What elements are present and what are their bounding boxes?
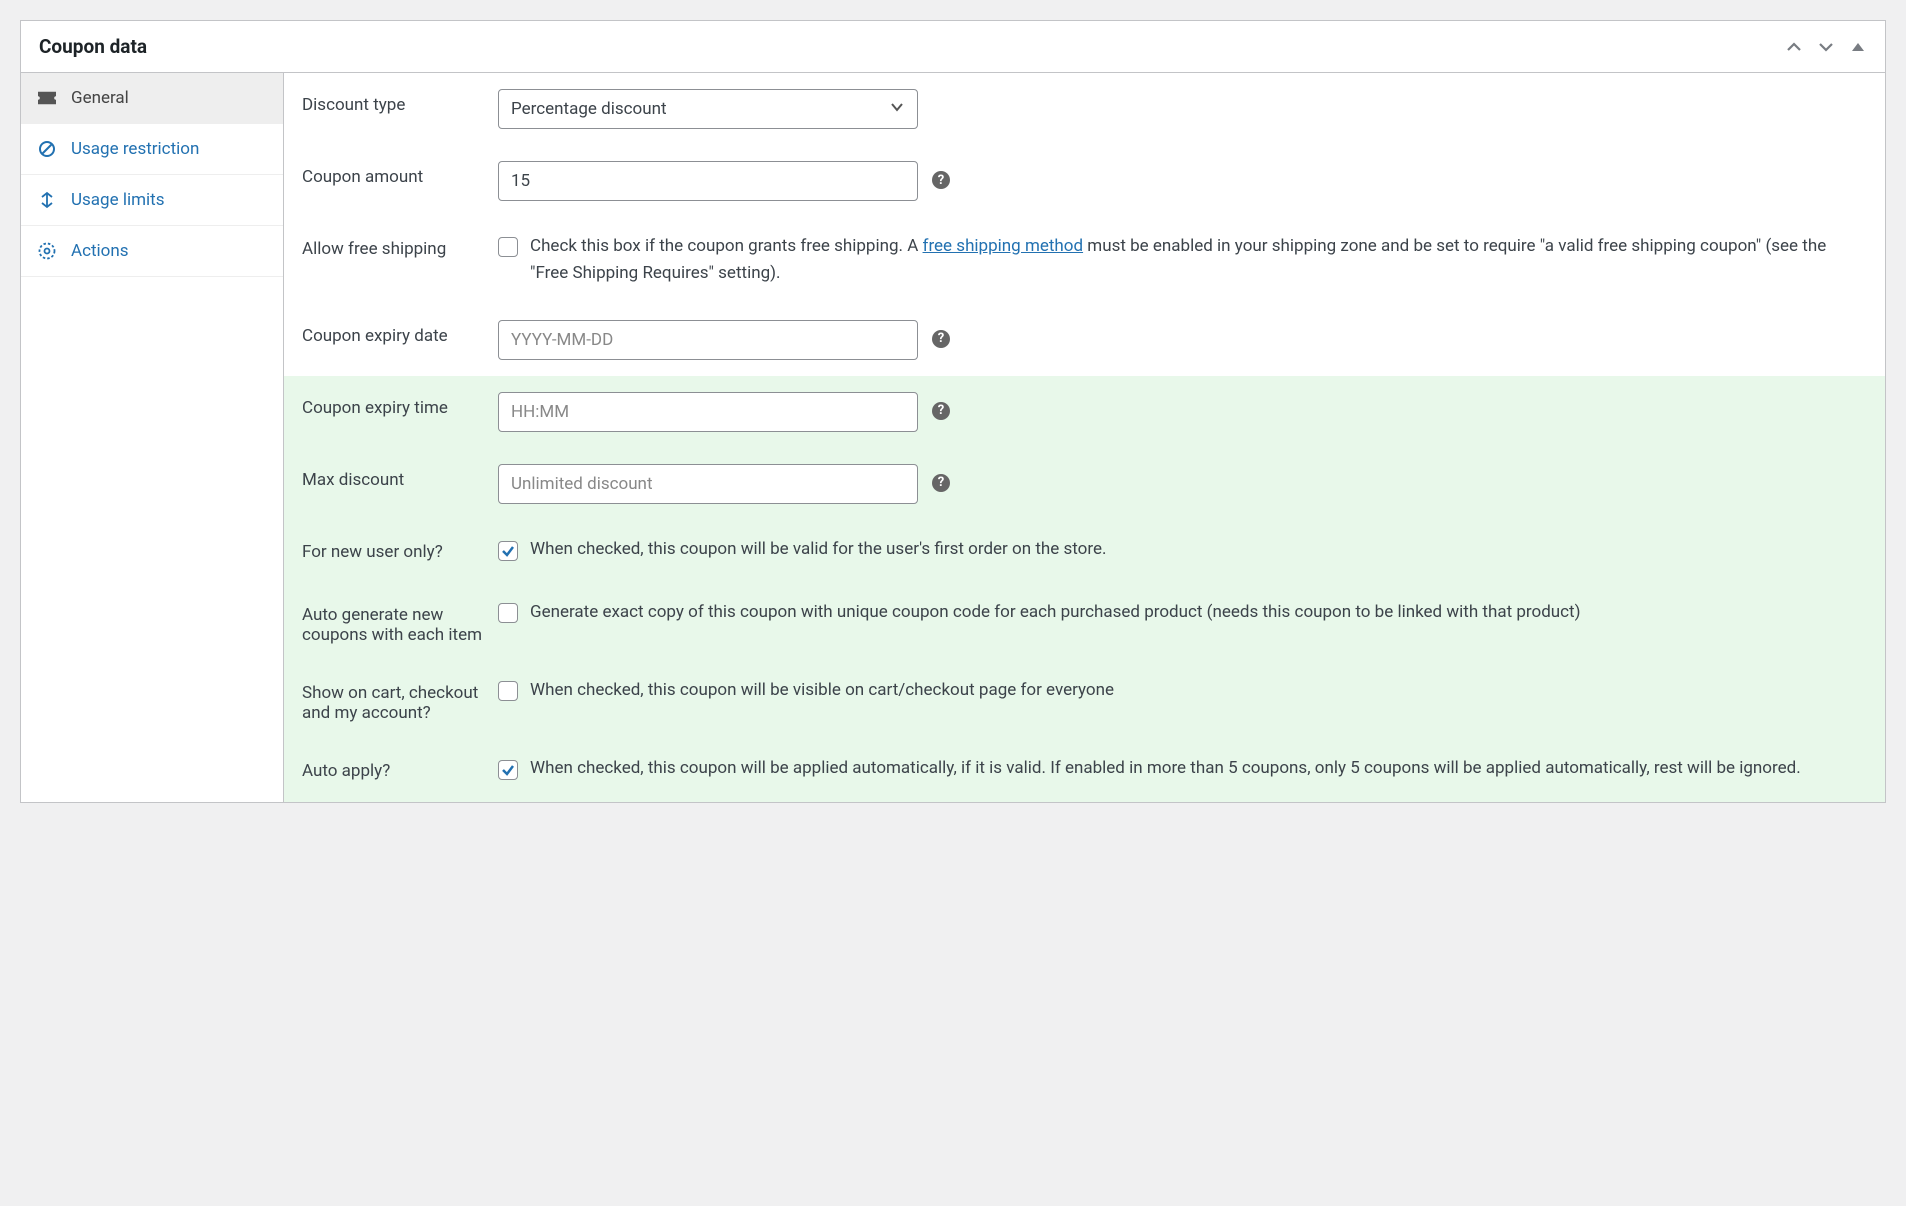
show-on-cart-checkbox[interactable] <box>498 681 518 701</box>
row-coupon-amount: Coupon amount ? <box>284 145 1885 217</box>
label-max-discount: Max discount <box>302 464 486 490</box>
panel-body: General Usage restriction Usage limits A… <box>21 73 1885 802</box>
row-auto-apply: Auto apply? When checked, this coupon wi… <box>284 739 1885 802</box>
sidebar-item-label: General <box>71 88 129 108</box>
free-shipping-desc: Check this box if the coupon grants free… <box>530 233 1867 287</box>
label-expiry-date: Coupon expiry date <box>302 320 486 346</box>
help-icon[interactable]: ? <box>932 171 950 189</box>
ticket-icon <box>37 91 57 105</box>
discount-type-select[interactable]: Percentage discount <box>498 89 918 129</box>
sidebar-item-usage-limits[interactable]: Usage limits <box>21 175 283 226</box>
label-show-on-cart: Show on cart, checkout and my account? <box>302 677 486 723</box>
move-up-icon[interactable] <box>1785 38 1803 56</box>
panel-title: Coupon data <box>39 35 1785 58</box>
sidebar-item-general[interactable]: General <box>21 73 283 124</box>
label-coupon-amount: Coupon amount <box>302 161 486 187</box>
coupon-amount-input[interactable] <box>498 161 918 201</box>
row-allow-free-shipping: Allow free shipping Check this box if th… <box>284 217 1885 303</box>
help-icon[interactable]: ? <box>932 330 950 348</box>
limits-icon <box>37 191 57 209</box>
help-icon[interactable]: ? <box>932 474 950 492</box>
row-max-discount: Max discount ? <box>284 448 1885 520</box>
row-auto-generate: Auto generate new coupons with each item… <box>284 583 1885 661</box>
row-expiry-date: Coupon expiry date ? <box>284 304 1885 376</box>
move-down-icon[interactable] <box>1817 38 1835 56</box>
free-shipping-link[interactable]: free shipping method <box>923 236 1084 256</box>
for-new-user-desc: When checked, this coupon will be valid … <box>530 536 1106 563</box>
auto-apply-desc: When checked, this coupon will be applie… <box>530 755 1801 782</box>
show-on-cart-desc: When checked, this coupon will be visibl… <box>530 677 1114 704</box>
collapse-icon[interactable] <box>1849 38 1867 56</box>
label-expiry-time: Coupon expiry time <box>302 392 486 418</box>
sidebar-item-usage-restriction[interactable]: Usage restriction <box>21 124 283 175</box>
form-main: Discount type Percentage discount Coupon… <box>284 73 1885 802</box>
help-icon[interactable]: ? <box>932 402 950 420</box>
for-new-user-checkbox[interactable] <box>498 541 518 561</box>
expiry-date-input[interactable] <box>498 320 918 360</box>
row-for-new-user: For new user only? When checked, this co… <box>284 520 1885 583</box>
label-free-shipping: Allow free shipping <box>302 233 486 259</box>
expiry-time-input[interactable] <box>498 392 918 432</box>
discount-type-select-wrap: Percentage discount <box>498 89 918 129</box>
label-discount-type: Discount type <box>302 89 486 115</box>
ban-icon <box>37 140 57 158</box>
sidebar-item-label: Actions <box>71 241 129 261</box>
label-for-new-user: For new user only? <box>302 536 486 562</box>
row-discount-type: Discount type Percentage discount <box>284 73 1885 145</box>
max-discount-input[interactable] <box>498 464 918 504</box>
sidebar-item-actions[interactable]: Actions <box>21 226 283 277</box>
row-show-on-cart: Show on cart, checkout and my account? W… <box>284 661 1885 739</box>
sidebar-item-label: Usage limits <box>71 190 164 210</box>
coupon-data-panel: Coupon data General <box>20 20 1886 803</box>
free-shipping-checkbox[interactable] <box>498 237 518 257</box>
panel-header: Coupon data <box>21 21 1885 73</box>
label-auto-generate: Auto generate new coupons with each item <box>302 599 486 645</box>
label-auto-apply: Auto apply? <box>302 755 486 781</box>
auto-generate-checkbox[interactable] <box>498 603 518 623</box>
sidebar: General Usage restriction Usage limits A… <box>21 73 284 802</box>
sidebar-item-label: Usage restriction <box>71 139 199 159</box>
auto-apply-checkbox[interactable] <box>498 760 518 780</box>
row-expiry-time: Coupon expiry time ? <box>284 376 1885 448</box>
auto-generate-desc: Generate exact copy of this coupon with … <box>530 599 1581 626</box>
gear-icon <box>37 242 57 260</box>
panel-header-actions <box>1785 38 1867 56</box>
